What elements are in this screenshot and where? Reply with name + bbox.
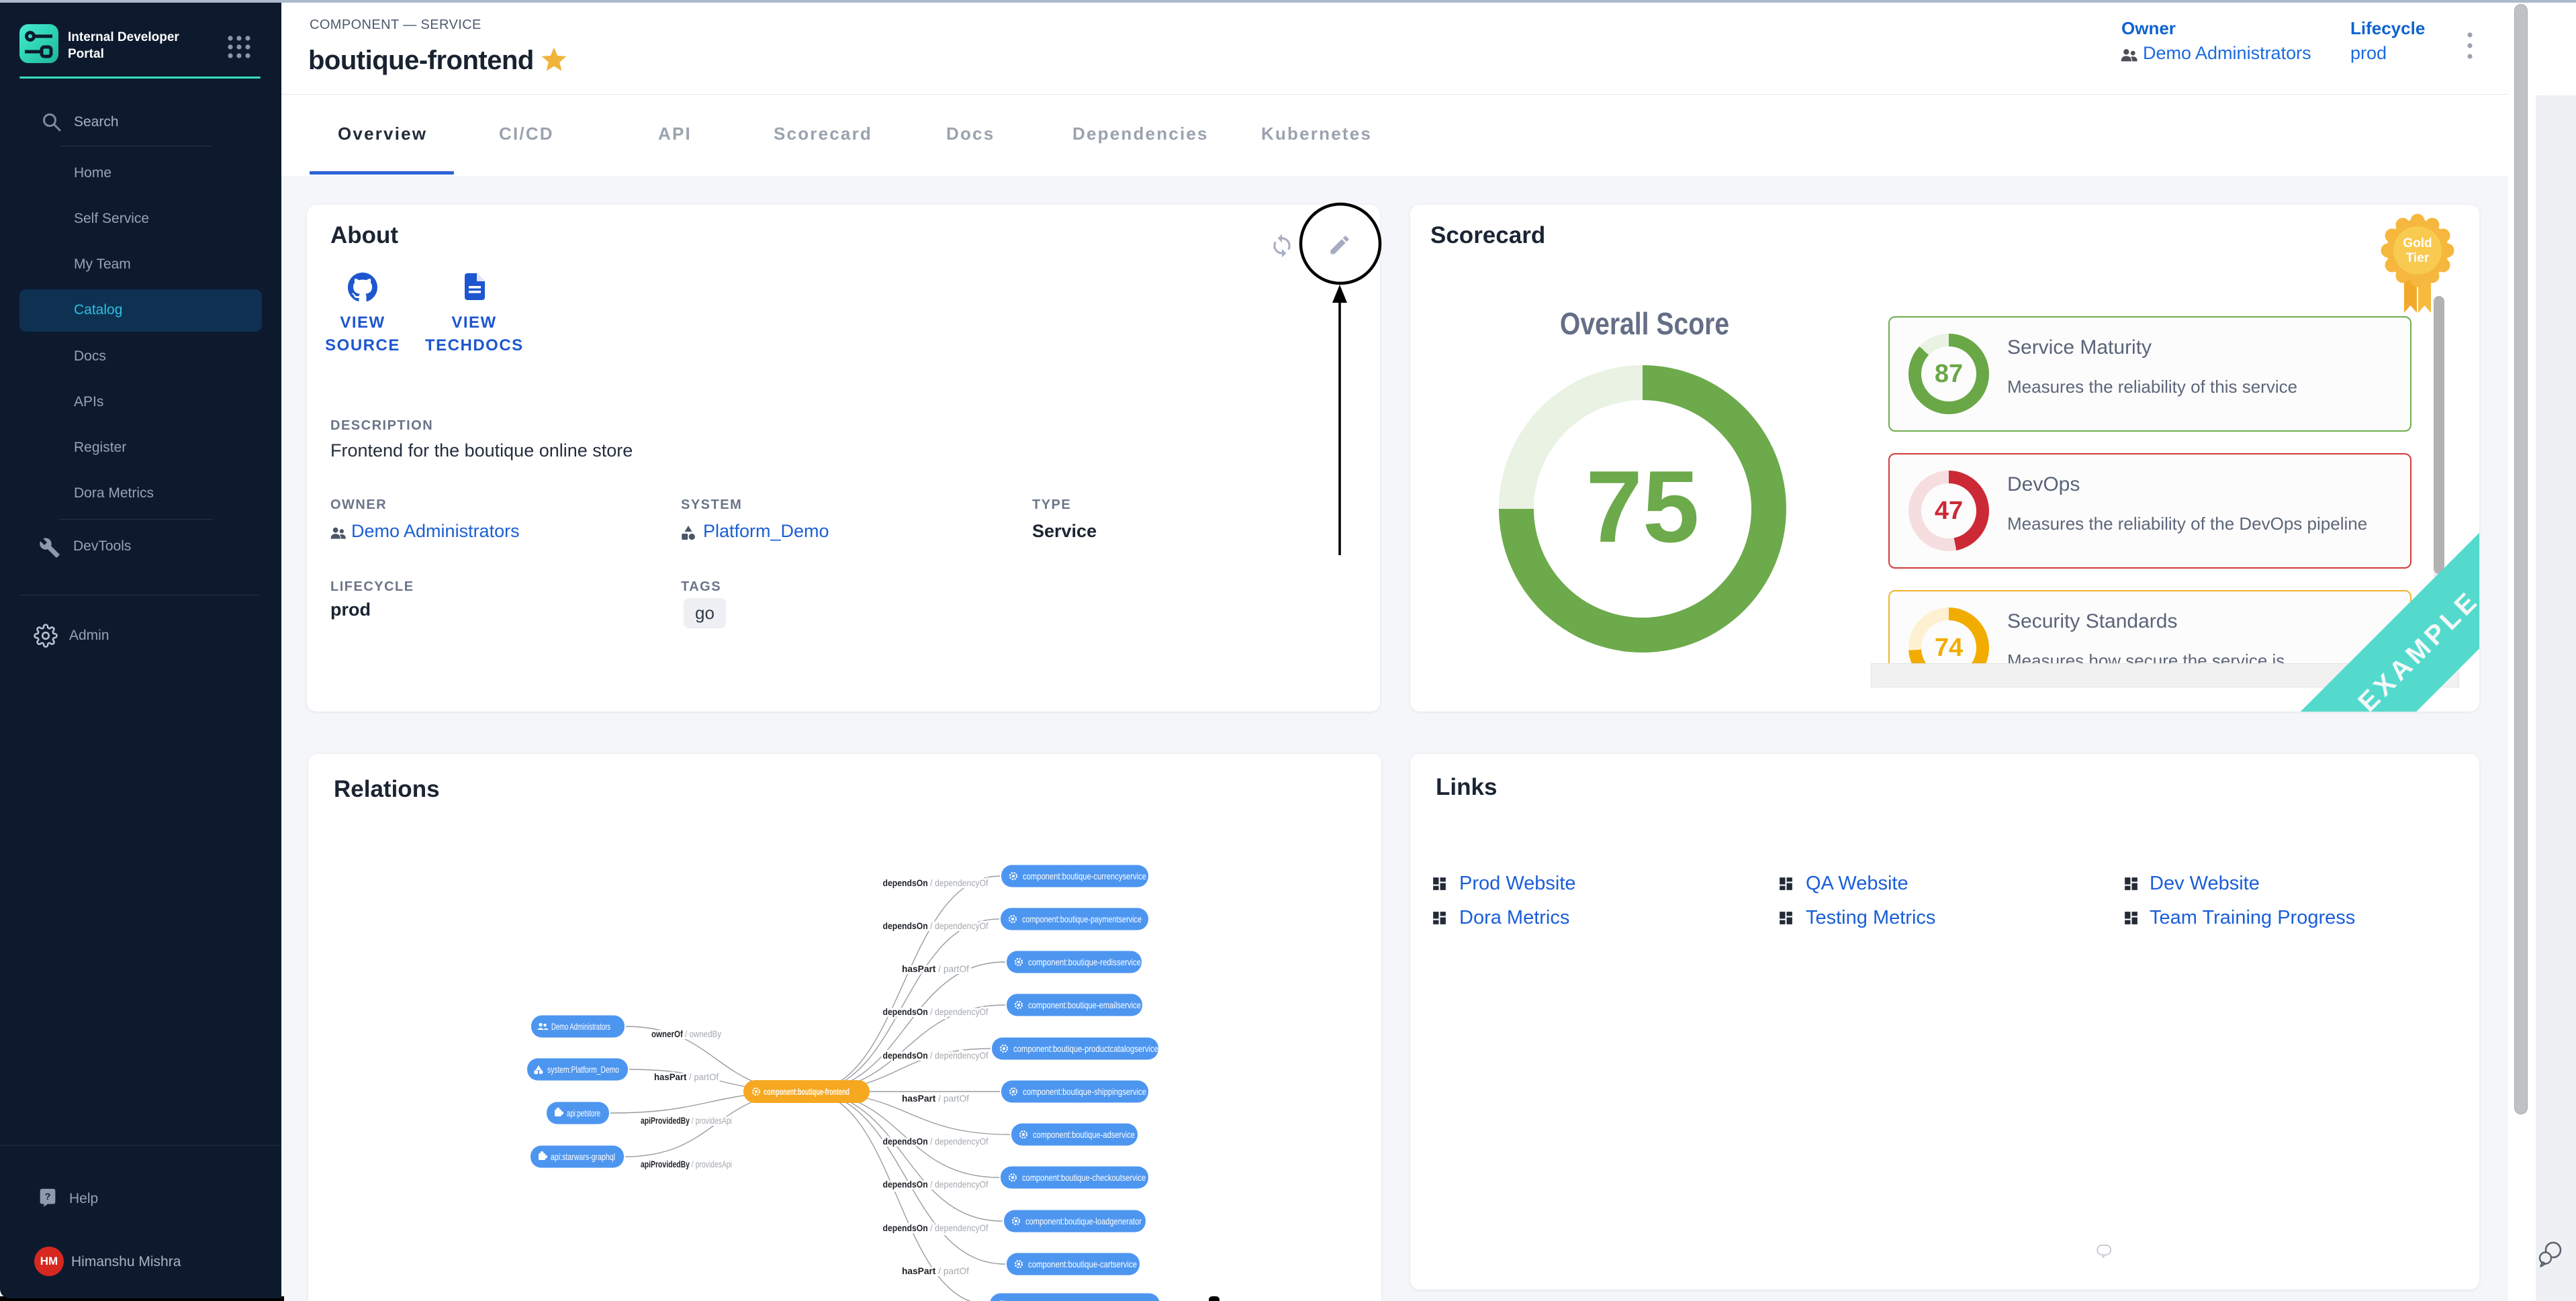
svg-text:component:boutique-productcata: component:boutique-productcatalogservice bbox=[1013, 1043, 1158, 1054]
svg-text:component:boutique-shippingser: component:boutique-shippingservice bbox=[1023, 1086, 1146, 1097]
svg-text:Gold: Gold bbox=[2403, 236, 2432, 250]
svg-text:dependsOn / dependencyOf: dependsOn / dependencyOf bbox=[883, 877, 988, 888]
svg-text:dependsOn / dependencyOf: dependsOn / dependencyOf bbox=[883, 1222, 988, 1233]
svg-text:dependsOn / dependencyOf: dependsOn / dependencyOf bbox=[883, 1136, 988, 1147]
svg-text:component:boutique-cartservice: component:boutique-cartservice bbox=[1028, 1259, 1137, 1269]
svg-text:component:boutique-emailservic: component:boutique-emailservice bbox=[1028, 1000, 1141, 1010]
svg-text:component:boutique-adservice: component:boutique-adservice bbox=[1033, 1129, 1135, 1140]
svg-text:api:petstore: api:petstore bbox=[567, 1108, 600, 1118]
svg-text:?: ? bbox=[45, 1192, 51, 1202]
svg-text:dependsOn / dependencyOf: dependsOn / dependencyOf bbox=[883, 1006, 988, 1017]
svg-text:Demo Administrators: Demo Administrators bbox=[551, 1021, 610, 1032]
svg-text:ownerOf / ownedBy: ownerOf / ownedBy bbox=[651, 1028, 721, 1039]
svg-text:hasPart / partOf: hasPart / partOf bbox=[902, 1093, 969, 1104]
svg-text:component:boutique-paymentserv: component:boutique-paymentservice bbox=[1022, 914, 1142, 924]
svg-text:dependsOn / dependencyOf: dependsOn / dependencyOf bbox=[883, 1179, 988, 1190]
svg-text:component:boutique-redisservic: component:boutique-redisservice bbox=[1028, 957, 1141, 967]
svg-text:hasPart / partOf: hasPart / partOf bbox=[902, 1265, 969, 1276]
svg-text:hasPart / partOf: hasPart / partOf bbox=[902, 963, 969, 974]
svg-text:dependsOn / dependencyOf: dependsOn / dependencyOf bbox=[883, 1050, 988, 1061]
svg-text:component:boutique-frontend: component:boutique-frontend bbox=[764, 1087, 849, 1097]
svg-text:apiProvidedBy / providesApi: apiProvidedBy / providesApi bbox=[641, 1115, 732, 1126]
svg-text:component:boutique-currencyser: component:boutique-currencyservice bbox=[1023, 871, 1146, 881]
svg-text:dependsOn / dependencyOf: dependsOn / dependencyOf bbox=[883, 920, 988, 931]
svg-text:component:boutique-loadgenerat: component:boutique-loadgenerator bbox=[1025, 1216, 1142, 1226]
svg-text:component:boutique-checkoutser: component:boutique-checkoutservice bbox=[1022, 1172, 1146, 1183]
svg-text:Tier: Tier bbox=[2406, 251, 2430, 265]
svg-text:system:Platform_Demo: system:Platform_Demo bbox=[547, 1064, 619, 1075]
svg-text:api:starwars-graphql: api:starwars-graphql bbox=[551, 1151, 615, 1162]
svg-text:hasPart / partOf: hasPart / partOf bbox=[654, 1071, 719, 1082]
svg-text:apiProvidedBy / providesApi: apiProvidedBy / providesApi bbox=[641, 1159, 732, 1169]
